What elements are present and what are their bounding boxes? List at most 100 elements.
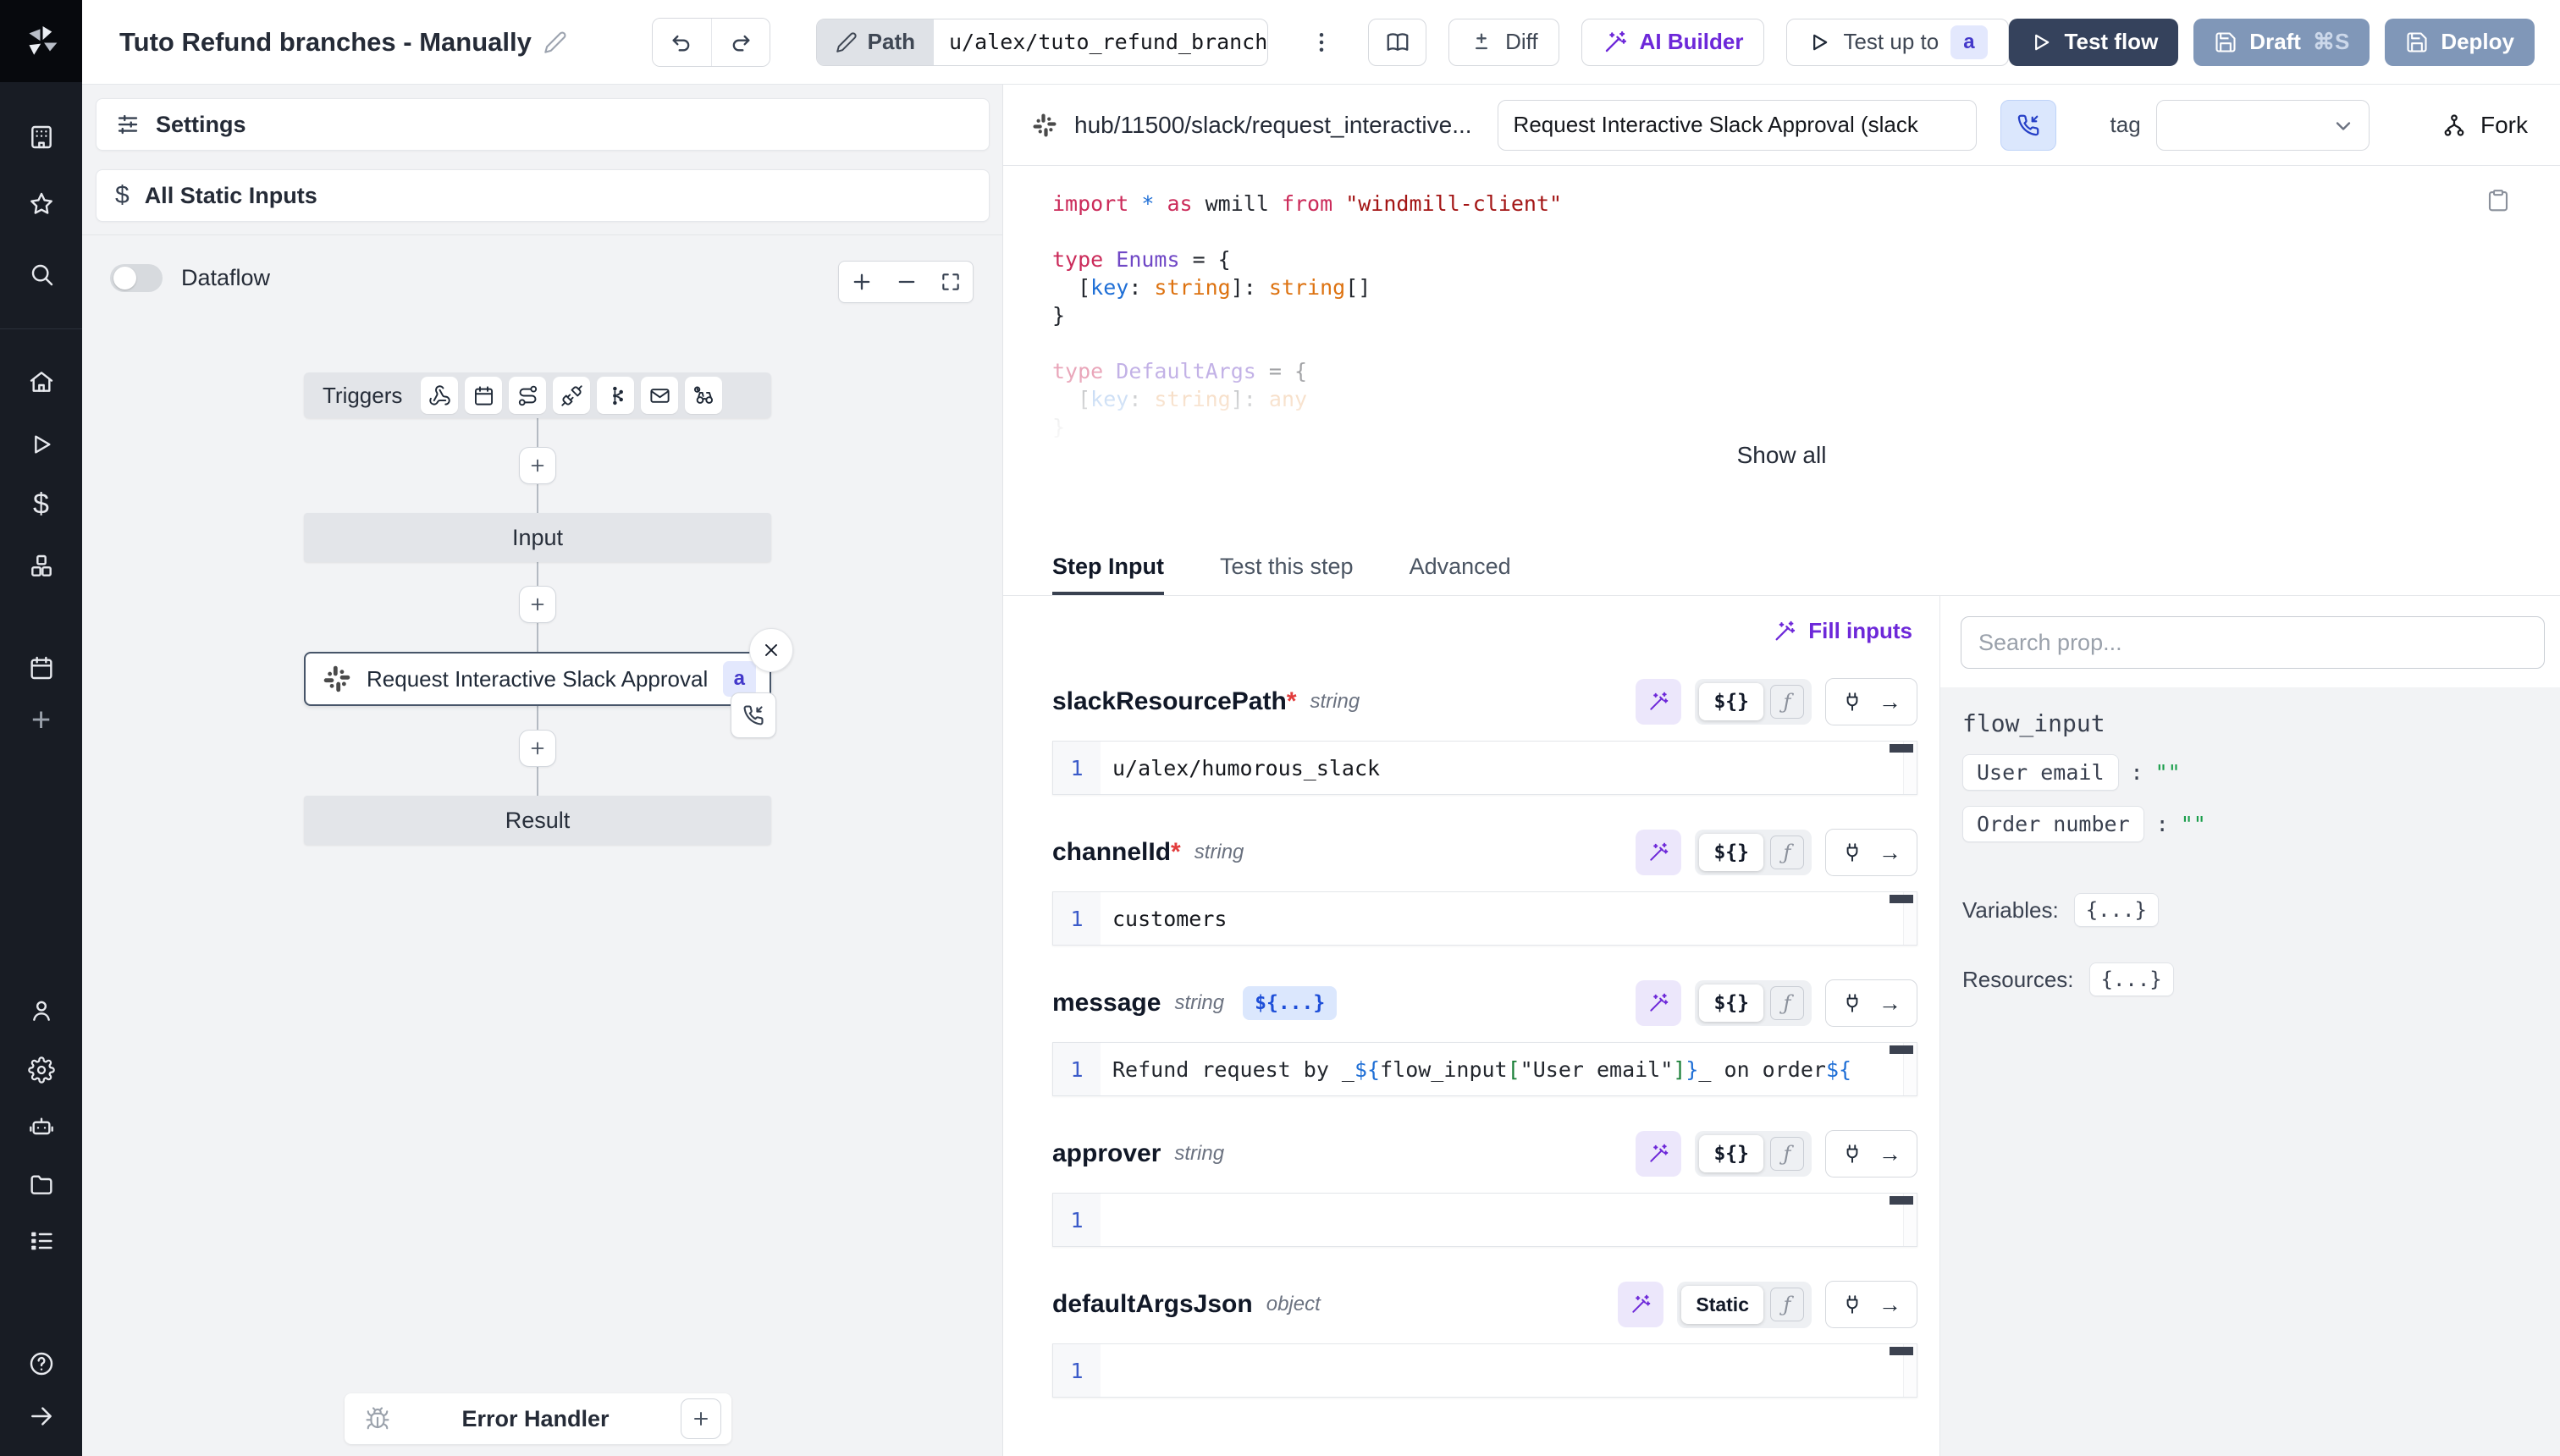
kafka-icon[interactable]: [597, 377, 634, 414]
schedules-calendar-icon[interactable]: [28, 654, 55, 681]
template-mode-button[interactable]: ${}: [1699, 984, 1763, 1022]
settings-gear-icon[interactable]: [28, 1056, 55, 1084]
folders-icon[interactable]: [28, 1171, 55, 1198]
field-value-editor[interactable]: 1 customers: [1052, 891, 1917, 946]
add-step-button[interactable]: [519, 730, 556, 767]
test-up-to-button[interactable]: Test up toa: [1786, 19, 2008, 66]
slack-approval-step-node[interactable]: Request Interactive Slack Approval (... …: [304, 652, 771, 706]
javascript-mode-button[interactable]: ƒ: [1770, 685, 1804, 719]
field-value[interactable]: Refund request by _${flow_input["User em…: [1101, 1043, 1917, 1095]
all-static-inputs-row[interactable]: $ All Static Inputs: [96, 169, 990, 222]
home-icon[interactable]: [28, 368, 55, 395]
help-icon[interactable]: [28, 1350, 55, 1377]
variables-dollar-icon[interactable]: $: [33, 488, 49, 521]
path-input[interactable]: u/alex/tuto_refund_branches_: [934, 19, 1267, 65]
field-value[interactable]: [1101, 1344, 1917, 1397]
email-icon[interactable]: [641, 377, 678, 414]
fit-view-button[interactable]: [940, 271, 962, 293]
user-icon[interactable]: [28, 997, 55, 1024]
arrow-right-icon[interactable]: →: [1879, 840, 1901, 866]
result-node[interactable]: Result: [304, 796, 771, 845]
schedule-icon[interactable]: [465, 377, 502, 414]
javascript-mode-button[interactable]: ƒ: [1770, 1288, 1804, 1321]
deploy-button[interactable]: Deploy: [2385, 19, 2535, 66]
webhook-icon[interactable]: [421, 377, 458, 414]
tab-step-input[interactable]: Step Input: [1052, 554, 1164, 595]
variables-expand-pill[interactable]: {...}: [2074, 893, 2159, 927]
poll-binoculars-icon[interactable]: [685, 377, 722, 414]
tag-select[interactable]: [2156, 100, 2370, 151]
arrow-right-icon[interactable]: →: [1879, 990, 1901, 1017]
runs-play-icon[interactable]: [28, 431, 55, 458]
zoom-in-button[interactable]: [850, 270, 874, 294]
zoom-out-button[interactable]: [895, 270, 919, 294]
audit-list-icon[interactable]: [28, 1227, 55, 1255]
dataflow-toggle[interactable]: [110, 264, 163, 292]
triggers-bar[interactable]: Triggers: [304, 372, 771, 418]
windmill-logo[interactable]: [0, 0, 82, 82]
docs-book-button[interactable]: [1368, 19, 1426, 66]
tab-test-this-step[interactable]: Test this step: [1220, 554, 1354, 595]
test-flow-button[interactable]: Test flow: [2009, 19, 2179, 66]
javascript-mode-button[interactable]: ƒ: [1770, 1137, 1804, 1171]
diff-button[interactable]: Diff: [1448, 19, 1559, 66]
field-value-editor[interactable]: 1: [1052, 1193, 1917, 1247]
field-value[interactable]: customers: [1101, 892, 1917, 945]
prop-search-input[interactable]: [1978, 630, 2527, 656]
fork-button[interactable]: Fork: [2441, 112, 2528, 139]
websocket-plug-icon[interactable]: [553, 377, 590, 414]
field-value[interactable]: u/alex/humorous_slack: [1101, 742, 1917, 794]
fill-inputs-button[interactable]: Fill inputs: [1773, 618, 1912, 644]
template-mode-button[interactable]: ${}: [1699, 834, 1763, 871]
ai-fill-wand-button[interactable]: [1636, 679, 1681, 725]
expand-arrow-icon[interactable]: [28, 1403, 55, 1430]
flow-settings-row[interactable]: Settings: [96, 98, 990, 151]
suspend-approval-phone-button[interactable]: [2000, 100, 2056, 151]
plug-icon[interactable]: [1841, 1143, 1863, 1165]
ai-builder-button[interactable]: AI Builder: [1581, 19, 1765, 66]
ai-fill-wand-button[interactable]: [1618, 1282, 1663, 1327]
arrow-right-icon[interactable]: →: [1879, 1292, 1901, 1318]
ai-fill-wand-button[interactable]: [1636, 980, 1681, 1026]
more-options-kebab-icon[interactable]: [1309, 30, 1334, 55]
add-error-handler-button[interactable]: [681, 1398, 721, 1439]
remove-step-button[interactable]: [749, 628, 793, 672]
javascript-mode-button[interactable]: ƒ: [1770, 836, 1804, 869]
field-value-editor[interactable]: 1 Refund request by _${flow_input["User …: [1052, 1042, 1917, 1096]
show-all-button[interactable]: Show all: [1003, 441, 2560, 469]
plug-icon[interactable]: [1841, 1293, 1863, 1315]
hub-script-path[interactable]: hub/11500/slack/request_interactive...: [1032, 112, 1472, 139]
resources-cubes-icon[interactable]: [28, 553, 55, 580]
draft-button[interactable]: Draft⌘S: [2193, 19, 2370, 66]
ai-fill-wand-button[interactable]: [1636, 830, 1681, 875]
plug-icon[interactable]: [1841, 841, 1863, 863]
field-value-editor[interactable]: 1 u/alex/humorous_slack: [1052, 741, 1917, 795]
search-icon[interactable]: [28, 261, 55, 288]
workers-robot-icon[interactable]: [28, 1113, 55, 1140]
input-node[interactable]: Input: [304, 513, 771, 562]
favorites-star-icon[interactable]: [28, 190, 55, 218]
prop-search[interactable]: [1961, 616, 2545, 669]
edit-title-pencil-icon[interactable]: [543, 30, 567, 54]
add-step-button[interactable]: [519, 586, 556, 623]
step-summary-input[interactable]: Request Interactive Slack Approval (slac…: [1498, 100, 1977, 151]
route-icon[interactable]: [509, 377, 546, 414]
copy-code-icon[interactable]: [2486, 188, 2511, 213]
resources-expand-pill[interactable]: {...}: [2089, 962, 2174, 996]
tab-advanced[interactable]: Advanced: [1410, 554, 1511, 595]
plug-icon[interactable]: [1841, 992, 1863, 1014]
static-mode-button[interactable]: Static: [1681, 1286, 1763, 1324]
ai-fill-wand-button[interactable]: [1636, 1131, 1681, 1177]
workspace-icon[interactable]: [28, 124, 55, 151]
add-step-button[interactable]: [519, 447, 556, 484]
field-value[interactable]: [1101, 1194, 1917, 1246]
field-value-editor[interactable]: 1: [1052, 1343, 1917, 1398]
add-plus-icon[interactable]: +: [31, 702, 51, 740]
error-handler-node[interactable]: Error Handler: [345, 1393, 731, 1444]
arrow-right-icon[interactable]: →: [1879, 1141, 1901, 1167]
plug-icon[interactable]: [1841, 691, 1863, 713]
arrow-right-icon[interactable]: →: [1879, 689, 1901, 715]
javascript-mode-button[interactable]: ƒ: [1770, 986, 1804, 1020]
suspend-approval-phone-icon[interactable]: [731, 692, 776, 738]
template-mode-button[interactable]: ${}: [1699, 1135, 1763, 1172]
